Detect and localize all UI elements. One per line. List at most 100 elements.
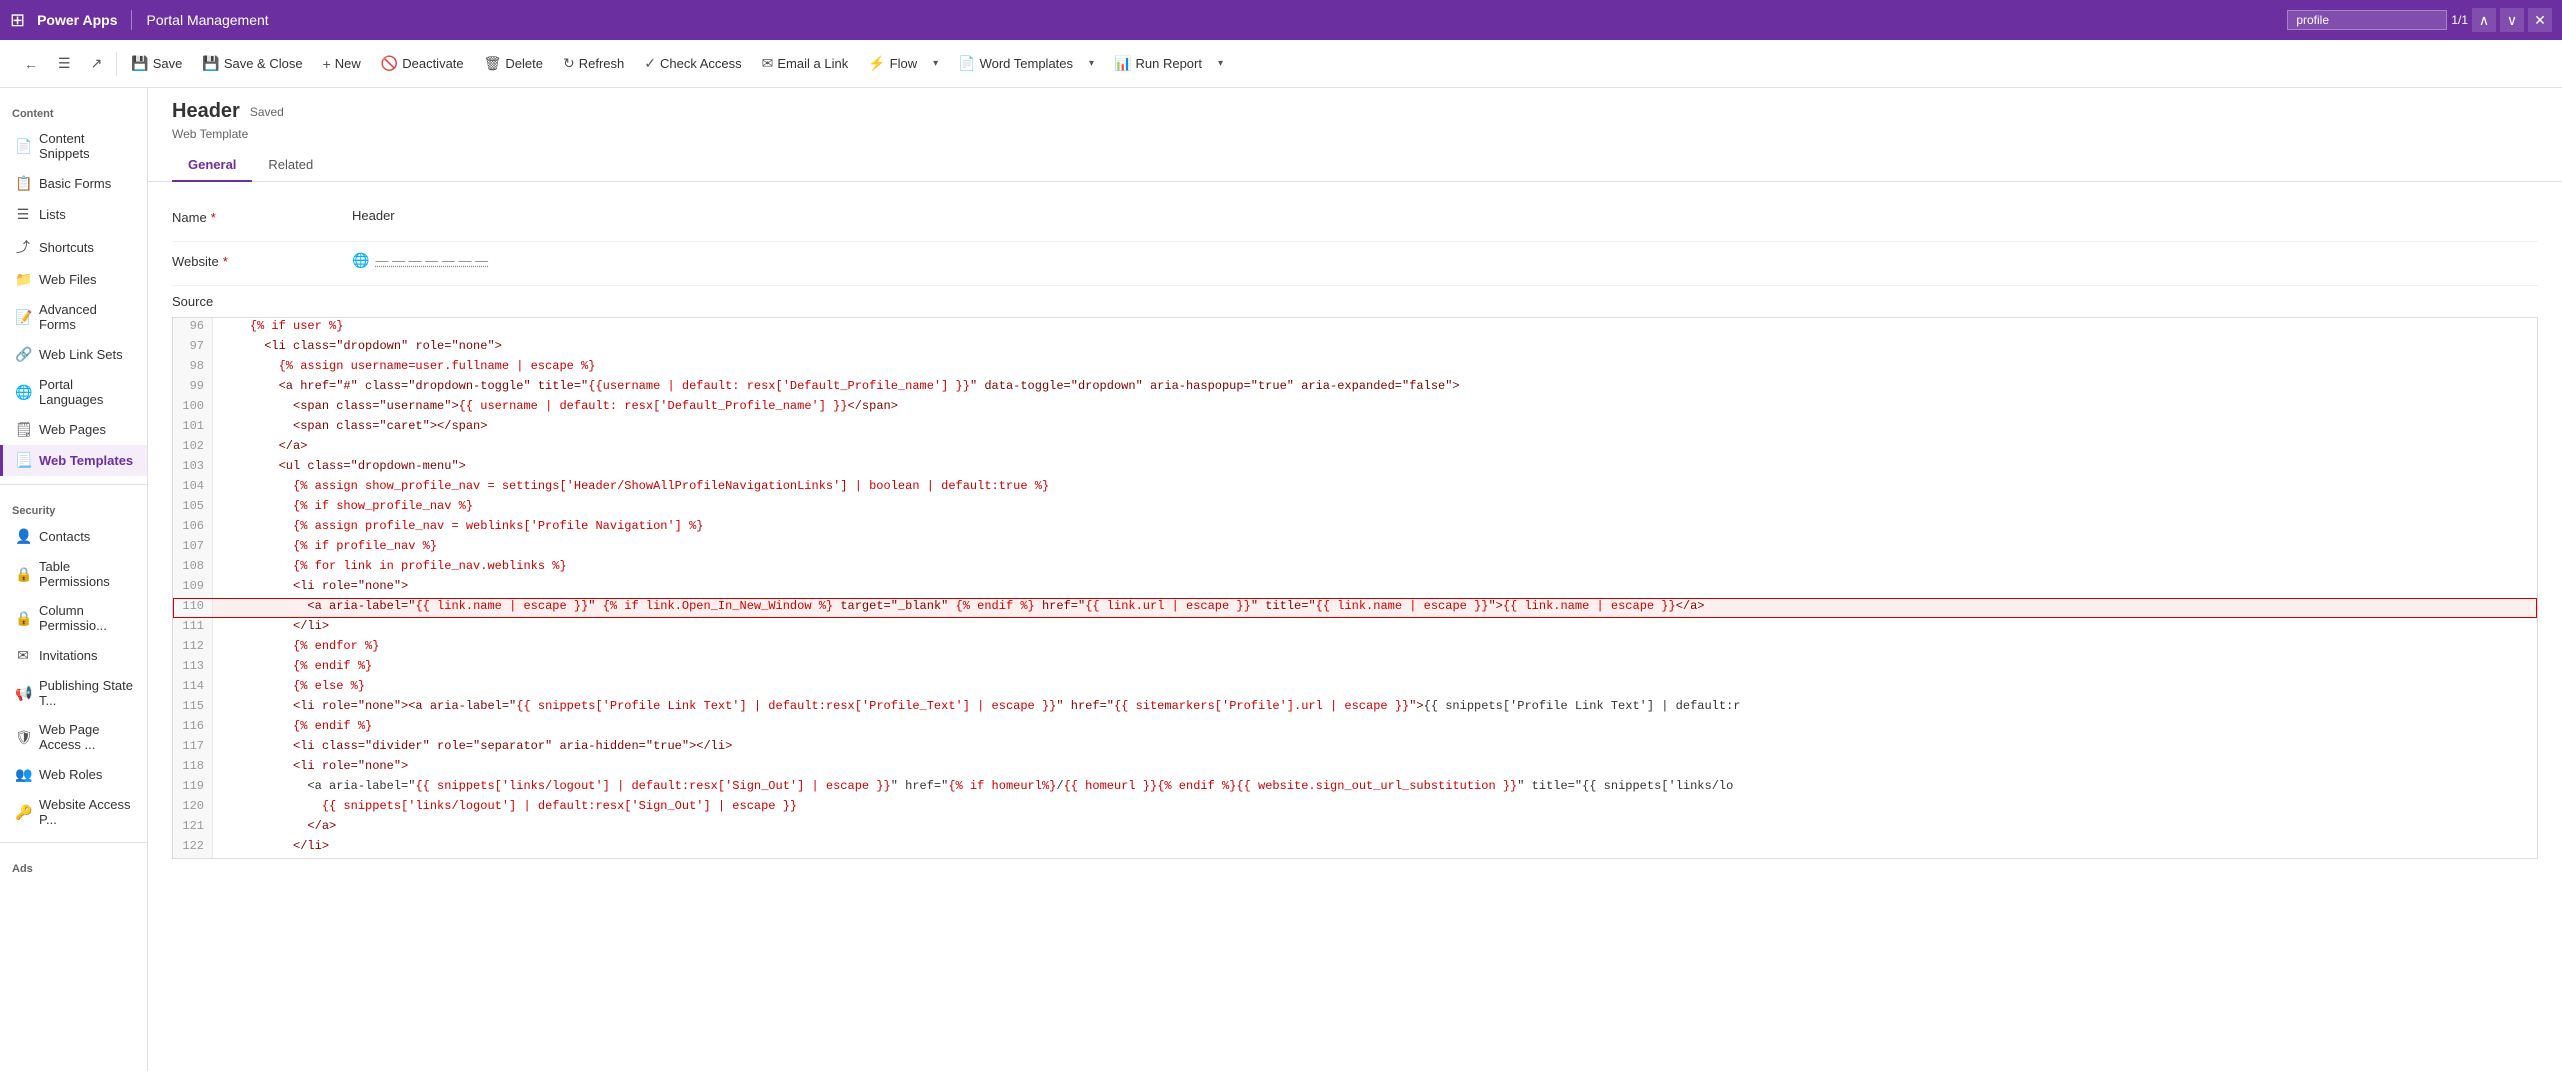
word-templates-button[interactable]: 📄 Word Templates [950, 51, 1081, 76]
web-templates-icon: 📃 [15, 452, 31, 469]
search-input[interactable] [2287, 10, 2447, 30]
run-report-dropdown-button[interactable]: ▾ [1210, 54, 1231, 73]
line-content: {% endif %} [213, 658, 2537, 678]
web-page-access-icon: 🛡 [15, 729, 31, 746]
sidebar-item-label: Web Link Sets [39, 347, 123, 362]
line-content: {% endif %} [213, 718, 2537, 738]
sidebar-item-invitations[interactable]: ✉ Invitations [0, 640, 147, 671]
line-number: 121 [173, 818, 213, 838]
line-content: <ul class="dropdown-menu"> [213, 458, 2537, 478]
sidebar-item-label: Website Access P... [39, 797, 135, 827]
code-line: 112 {% endfor %} [173, 638, 2537, 658]
line-number: 115 [173, 698, 213, 718]
run-report-button[interactable]: 📊 Run Report [1106, 51, 1210, 76]
code-line: 99 <a href="#" class="dropdown-toggle" t… [173, 378, 2537, 398]
code-line: 97 <li class="dropdown" role="none"> [173, 338, 2537, 358]
line-content: <li class="divider" role="separator" ari… [213, 738, 2537, 758]
view-button[interactable]: ☰ [50, 51, 79, 76]
code-editor[interactable]: 96 {% if user %}97 <li class="dropdown" … [172, 317, 2538, 859]
sidebar-item-web-page-access[interactable]: 🛡 Web Page Access ... [0, 715, 147, 759]
shortcuts-icon: ⤴ [15, 237, 31, 257]
new-button[interactable]: + New [315, 52, 369, 76]
sidebar-item-label: Publishing State T... [39, 678, 135, 708]
web-roles-icon: 👥 [15, 766, 31, 783]
code-line: 106 {% assign profile_nav = weblinks['Pr… [173, 518, 2537, 538]
app-name: Power Apps [37, 12, 117, 28]
sidebar-item-web-templates[interactable]: 📃 Web Templates [0, 445, 147, 476]
waffle-icon[interactable]: ⊞ [10, 10, 25, 31]
word-templates-dropdown-button[interactable]: ▾ [1081, 54, 1102, 73]
back-button[interactable]: ← [16, 52, 46, 76]
line-content: {% else %} [213, 678, 2537, 698]
refresh-button[interactable]: ↻ Refresh [555, 51, 632, 76]
sidebar-item-website-access[interactable]: 🔑 Website Access P... [0, 790, 147, 834]
website-label: Website * [172, 242, 352, 281]
open-new-window-button[interactable]: ↗ [83, 51, 111, 76]
main-layout: Content 📄 Content Snippets 📋 Basic Forms… [0, 88, 2562, 1071]
line-content: {% if show_profile_nav %} [213, 498, 2537, 518]
line-number: 113 [173, 658, 213, 678]
search-prev-button[interactable]: ∧ [2472, 8, 2496, 32]
flow-button[interactable]: ⚡ Flow [860, 51, 925, 76]
save-close-button[interactable]: 💾 Save & Close [194, 51, 310, 76]
top-bar-divider [131, 10, 132, 30]
code-line: 122 </li> [173, 838, 2537, 858]
sidebar-item-shortcuts[interactable]: ⤴ Shortcuts [0, 230, 147, 264]
save-close-icon: 💾 [202, 55, 219, 72]
sidebar-divider-2 [0, 842, 147, 843]
publishing-state-icon: 📢 [15, 685, 31, 702]
sidebar-item-lists[interactable]: ☰ Lists [0, 199, 147, 230]
code-line: 103 <ul class="dropdown-menu"> [173, 458, 2537, 478]
sidebar-item-portal-languages[interactable]: 🌐 Portal Languages [0, 370, 147, 414]
deactivate-button[interactable]: 🚫 Deactivate [373, 51, 472, 76]
command-bar: ← ☰ ↗ 💾 Save 💾 Save & Close + New 🚫 Deac… [0, 40, 2562, 88]
tab-general[interactable]: General [172, 149, 252, 182]
sidebar-item-publishing-state[interactable]: 📢 Publishing State T... [0, 671, 147, 715]
line-content: </a> [213, 438, 2537, 458]
check-access-button[interactable]: ✓ Check Access [636, 51, 749, 76]
email-link-button[interactable]: ✉ Email a Link [754, 51, 857, 76]
sidebar-item-contacts[interactable]: 👤 Contacts [0, 521, 147, 552]
search-close-button[interactable]: ✕ [2528, 8, 2552, 32]
search-next-button[interactable]: ∨ [2500, 8, 2524, 32]
code-line: 110 <a aria-label="{{ link.name | escape… [173, 598, 2537, 618]
line-number: 117 [173, 738, 213, 758]
line-number: 101 [173, 418, 213, 438]
line-content: {% endfor %} [213, 638, 2537, 658]
web-pages-icon: 🗒 [15, 421, 31, 438]
line-content: </li> [213, 838, 2537, 858]
line-content: <li role="none"> [213, 758, 2537, 778]
back-icon: ← [24, 56, 38, 72]
flow-dropdown-button[interactable]: ▾ [925, 54, 946, 73]
save-icon: 💾 [131, 55, 148, 72]
sidebar-item-basic-forms[interactable]: 📋 Basic Forms [0, 168, 147, 199]
website-value[interactable]: 🌐 — — — — — — — [352, 242, 2538, 279]
line-content: <li role="none"><a aria-label="{{ snippe… [213, 698, 2537, 718]
sidebar-item-web-link-sets[interactable]: 🔗 Web Link Sets [0, 339, 147, 370]
line-number: 96 [173, 318, 213, 338]
sidebar-item-label: Web Pages [39, 422, 106, 437]
delete-button[interactable]: 🗑 Delete [476, 51, 551, 76]
sidebar-item-advanced-forms[interactable]: 📝 Advanced Forms [0, 295, 147, 339]
sidebar-item-web-roles[interactable]: 👥 Web Roles [0, 759, 147, 790]
sidebar-item-web-pages[interactable]: 🗒 Web Pages [0, 414, 147, 445]
line-content: {{ snippets['links/logout'] | default:re… [213, 798, 2537, 818]
open-new-icon: ↗ [91, 55, 103, 72]
line-number: 107 [173, 538, 213, 558]
website-field-value: — — — — — — — [375, 253, 488, 268]
sidebar-item-table-permissions[interactable]: 🔒 Table Permissions [0, 552, 147, 596]
save-button[interactable]: 💾 Save [123, 51, 190, 76]
sidebar: Content 📄 Content Snippets 📋 Basic Forms… [0, 88, 148, 1071]
code-line: 115 <li role="none"><a aria-label="{{ sn… [173, 698, 2537, 718]
line-content: {% if user %} [213, 318, 2537, 338]
tab-related[interactable]: Related [252, 149, 329, 182]
sidebar-item-label: Portal Languages [39, 377, 135, 407]
line-content: <li class="dropdown" role="none"> [213, 338, 2537, 358]
content-area: Header Saved Web Template General Relate… [148, 88, 2562, 1071]
sidebar-divider-1 [0, 484, 147, 485]
sidebar-item-content-snippets[interactable]: 📄 Content Snippets [0, 124, 147, 168]
section-name: Portal Management [146, 12, 268, 28]
sidebar-item-web-files[interactable]: 📁 Web Files [0, 264, 147, 295]
sidebar-item-column-permissions[interactable]: 🔒 Column Permissio... [0, 596, 147, 640]
code-line: 105 {% if show_profile_nav %} [173, 498, 2537, 518]
